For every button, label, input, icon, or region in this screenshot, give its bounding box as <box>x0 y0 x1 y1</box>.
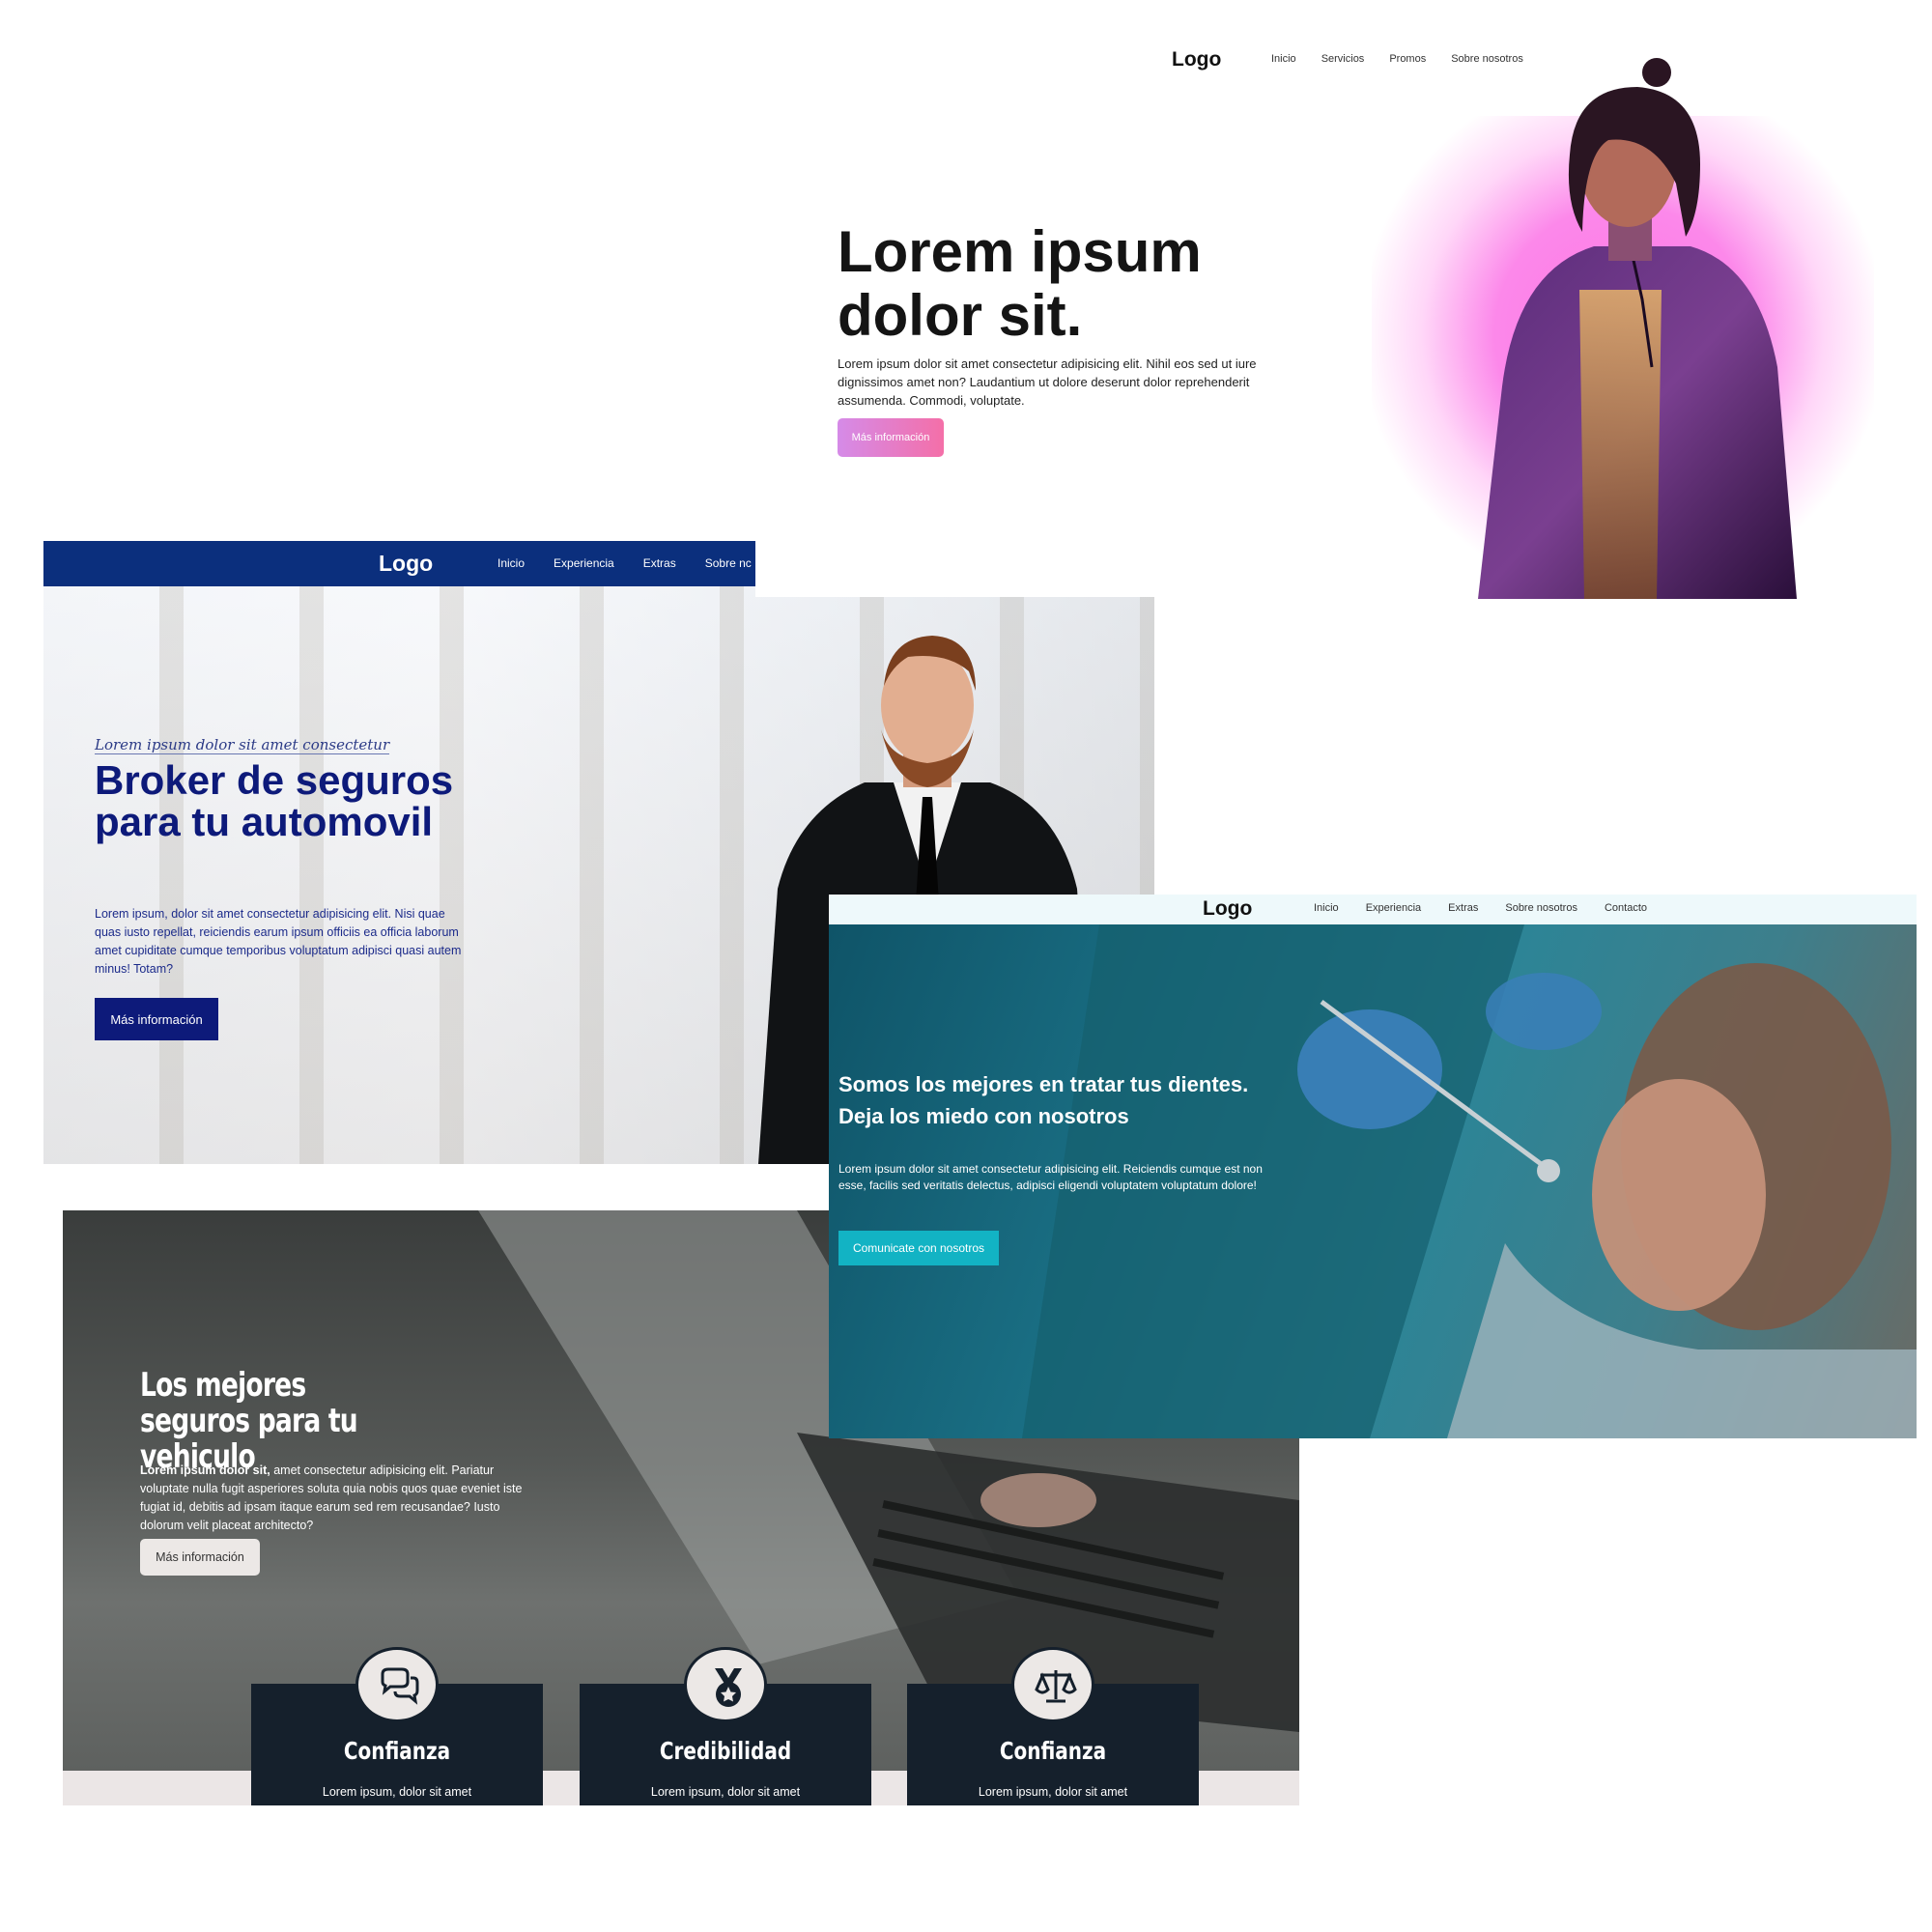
broker-more-info-button[interactable]: Más información <box>95 998 218 1040</box>
nav-item-extras[interactable]: Extras <box>643 556 676 570</box>
nav-item-experiencia[interactable]: Experiencia <box>554 556 614 570</box>
nav-item-promos[interactable]: Promos <box>1389 53 1426 65</box>
nav-item-sobre-nosotros[interactable]: Sobre nosotros <box>1505 902 1577 914</box>
broker-header: Logo Inicio Experiencia Extras Sobre nc <box>43 541 755 586</box>
nav-item-contacto[interactable]: Contacto <box>1605 902 1647 914</box>
nav-item-inicio[interactable]: Inicio <box>1314 902 1339 914</box>
hero-woman-photo <box>1478 58 1797 599</box>
card-label: Confianza <box>999 1737 1107 1765</box>
dentist-contact-button[interactable]: Comunicate con nosotros <box>838 1231 999 1265</box>
card-desc: Lorem ipsum, dolor sit amet <box>322 1785 472 1799</box>
scales-icon <box>1011 1647 1094 1722</box>
vehicle-hero-body: Lorem ipsum dolor sit, amet consectetur … <box>140 1462 526 1535</box>
vehicle-more-info-button[interactable]: Más información <box>140 1539 260 1576</box>
background-gap <box>755 541 1154 597</box>
fashion-hero-title: Lorem ipsum dolor sit. <box>838 219 1202 348</box>
vehicle-body-bold: Lorem ipsum dolor sit, <box>140 1463 270 1477</box>
nav-item-sobre-nosotros[interactable]: Sobre nc <box>705 556 752 570</box>
mockup-dentist: Logo Inicio Experiencia Extras Sobre nos… <box>829 895 1917 1438</box>
fashion-nav: Inicio Servicios Promos Sobre nosotros <box>1271 53 1523 65</box>
broker-script-tagline: Lorem ipsum dolor sit amet consectetur <box>95 736 390 754</box>
nav-item-inicio[interactable]: Inicio <box>1271 53 1296 65</box>
dentist-hero-title: Somos los mejores en tratar tus dientes.… <box>838 1072 1249 1128</box>
card-desc: Lorem ipsum, dolor sit amet <box>978 1785 1128 1799</box>
broker-logo[interactable]: Logo <box>379 551 433 577</box>
nav-item-extras[interactable]: Extras <box>1448 902 1478 914</box>
mockup-fashion-landing: Logo Inicio Servicios Promos Sobre nosot… <box>792 29 1874 599</box>
card-label: Confianza <box>343 1737 451 1765</box>
dentist-logo[interactable]: Logo <box>1203 897 1252 921</box>
broker-nav: Inicio Experiencia Extras Sobre nc <box>497 556 752 570</box>
card-desc: Lorem ipsum, dolor sit amet <box>650 1785 801 1799</box>
vehicle-hero-title: Los mejores seguros para tu vehiculo <box>140 1366 358 1476</box>
dentist-hero-body: Lorem ipsum dolor sit amet consectetur a… <box>838 1162 1263 1192</box>
chat-bubbles-icon <box>355 1647 439 1722</box>
broker-hero-title: Broker de seguros para tu automovil <box>95 757 454 844</box>
card-label: Credibilidad <box>659 1737 792 1765</box>
nav-item-inicio[interactable]: Inicio <box>497 556 525 570</box>
fashion-logo[interactable]: Logo <box>1172 48 1221 71</box>
nav-item-sobre-nosotros[interactable]: Sobre nosotros <box>1451 53 1523 65</box>
fashion-more-info-button[interactable]: Más información <box>838 418 944 457</box>
nav-item-experiencia[interactable]: Experiencia <box>1366 902 1421 914</box>
nav-item-servicios[interactable]: Servicios <box>1321 53 1365 65</box>
fashion-hero-body: Lorem ipsum dolor sit amet consectetur a… <box>838 356 1257 408</box>
dentist-nav: Inicio Experiencia Extras Sobre nosotros… <box>1314 902 1647 914</box>
broker-hero-body: Lorem ipsum, dolor sit amet consectetur … <box>95 907 462 976</box>
medal-icon <box>684 1647 767 1722</box>
dentist-header: Logo Inicio Experiencia Extras Sobre nos… <box>829 895 1917 924</box>
